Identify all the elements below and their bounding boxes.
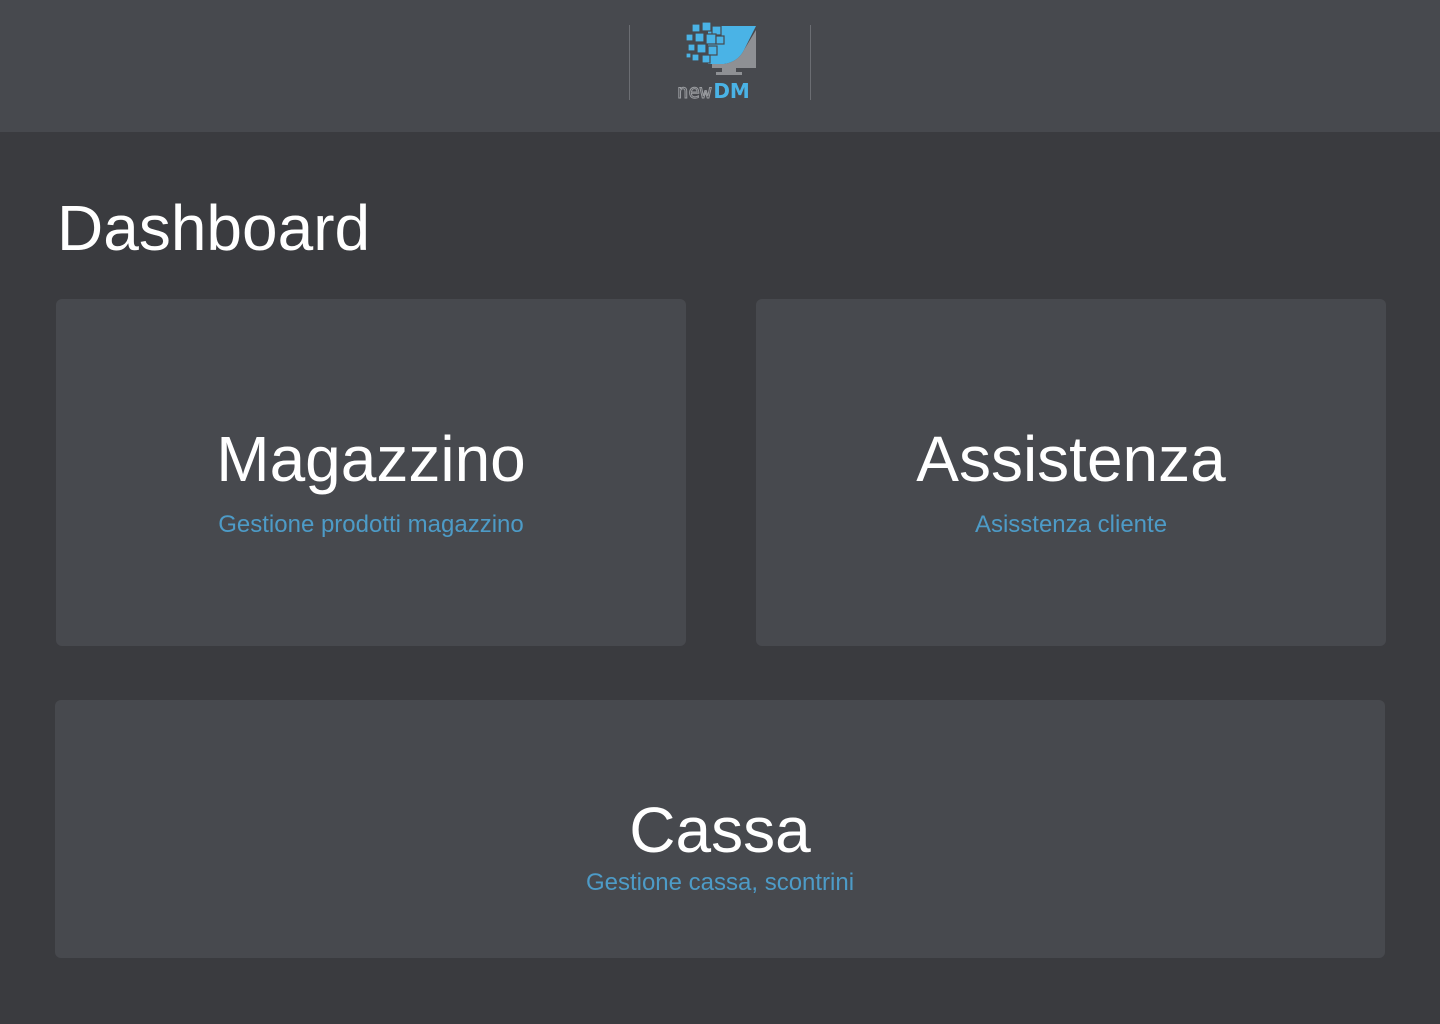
card-title: Assistenza bbox=[916, 423, 1226, 495]
app-logo[interactable]: new DM bbox=[672, 20, 780, 106]
card-assistenza[interactable]: Assistenza Asisstenza cliente bbox=[756, 299, 1386, 646]
card-subtitle: Gestione prodotti magazzino bbox=[218, 511, 524, 538]
card-title: Cassa bbox=[629, 794, 811, 866]
card-title: Magazzino bbox=[216, 423, 526, 495]
monitor-pixels-logo-icon bbox=[685, 21, 756, 75]
top-bar: new DM bbox=[0, 0, 1440, 132]
logo-text-dm: DM bbox=[713, 79, 750, 103]
card-subtitle: Gestione cassa, scontrini bbox=[585, 869, 855, 896]
card-cassa[interactable]: Cassa Gestione cassa, scontrini bbox=[55, 700, 1385, 958]
card-subtitle: Asisstenza cliente bbox=[974, 511, 1168, 538]
logo-divider-right bbox=[810, 25, 811, 100]
logo-divider-left bbox=[629, 25, 630, 100]
logo-wordmark: new DM bbox=[676, 79, 750, 103]
card-magazzino[interactable]: Magazzino Gestione prodotti magazzino bbox=[56, 299, 686, 646]
page-title: Dashboard bbox=[57, 192, 371, 264]
logo-text-new: new bbox=[676, 81, 712, 103]
